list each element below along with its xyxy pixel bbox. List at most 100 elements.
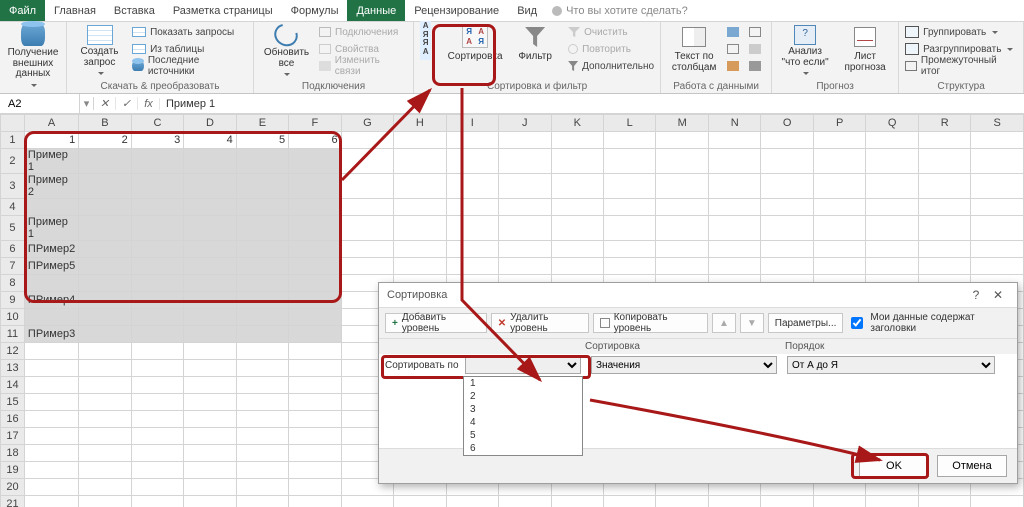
cell[interactable] bbox=[761, 496, 814, 507]
cell[interactable] bbox=[79, 496, 131, 507]
cell[interactable] bbox=[79, 292, 131, 309]
cell[interactable] bbox=[499, 496, 551, 507]
cell[interactable] bbox=[341, 132, 394, 149]
row-header[interactable]: 20 bbox=[1, 479, 25, 496]
cancel-button[interactable]: Отмена bbox=[937, 455, 1007, 477]
cell[interactable]: 6 bbox=[289, 132, 341, 149]
cell[interactable] bbox=[446, 241, 498, 258]
cell[interactable] bbox=[236, 462, 288, 479]
row-header[interactable]: 13 bbox=[1, 360, 25, 377]
cell[interactable] bbox=[866, 149, 919, 174]
col-header[interactable]: D bbox=[184, 115, 236, 132]
cell[interactable] bbox=[289, 411, 341, 428]
cell[interactable] bbox=[79, 462, 131, 479]
cell[interactable] bbox=[603, 216, 655, 241]
cell[interactable]: ПРимер3 bbox=[24, 326, 78, 343]
cell[interactable] bbox=[866, 258, 919, 275]
cell[interactable] bbox=[236, 216, 288, 241]
cell[interactable] bbox=[866, 241, 919, 258]
tab-home[interactable]: Главная bbox=[45, 0, 105, 21]
cell[interactable] bbox=[656, 174, 709, 199]
cell[interactable] bbox=[394, 258, 446, 275]
col-header[interactable]: G bbox=[341, 115, 394, 132]
get-external-data[interactable]: Получение внешних данных bbox=[6, 24, 60, 76]
dialog-close[interactable]: ✕ bbox=[987, 288, 1009, 302]
cell[interactable] bbox=[184, 326, 236, 343]
cell[interactable] bbox=[551, 258, 603, 275]
name-box-input[interactable] bbox=[6, 97, 73, 111]
cell[interactable] bbox=[236, 326, 288, 343]
cell[interactable] bbox=[761, 216, 814, 241]
cell[interactable] bbox=[499, 199, 551, 216]
cell[interactable] bbox=[656, 258, 709, 275]
new-query[interactable]: Создать запрос bbox=[73, 24, 126, 76]
cell[interactable] bbox=[708, 216, 760, 241]
cell[interactable] bbox=[971, 149, 1024, 174]
cell[interactable] bbox=[656, 216, 709, 241]
refresh-all[interactable]: Обновить все bbox=[260, 24, 313, 76]
cell[interactable] bbox=[24, 275, 78, 292]
cell[interactable] bbox=[131, 496, 183, 507]
tab-data[interactable]: Данные bbox=[347, 0, 405, 21]
add-level-button[interactable]: +Добавить уровень bbox=[385, 313, 487, 333]
cell[interactable]: ПРимер4 bbox=[24, 292, 78, 309]
whatif[interactable]: ?Анализ "что если" bbox=[778, 24, 832, 76]
cell[interactable] bbox=[79, 149, 131, 174]
cell[interactable] bbox=[708, 241, 760, 258]
cell[interactable] bbox=[236, 479, 288, 496]
cell[interactable]: ПРимер5 bbox=[24, 258, 78, 275]
cell[interactable] bbox=[866, 216, 919, 241]
cell[interactable] bbox=[708, 199, 760, 216]
cell[interactable] bbox=[499, 132, 551, 149]
row-header[interactable]: 14 bbox=[1, 377, 25, 394]
cell[interactable] bbox=[289, 275, 341, 292]
cell[interactable] bbox=[289, 309, 341, 326]
cell[interactable] bbox=[866, 174, 919, 199]
flash-fill-icon[interactable] bbox=[727, 24, 743, 40]
cell[interactable] bbox=[499, 258, 551, 275]
cell[interactable] bbox=[184, 462, 236, 479]
cell[interactable] bbox=[24, 360, 78, 377]
cell[interactable] bbox=[341, 496, 394, 507]
text-to-columns[interactable]: Текст по столбцам bbox=[667, 24, 721, 76]
cell[interactable] bbox=[918, 258, 970, 275]
cell[interactable] bbox=[918, 216, 970, 241]
sort-button[interactable]: ЯААЯСортировка bbox=[448, 24, 502, 76]
cell[interactable] bbox=[236, 428, 288, 445]
cell[interactable] bbox=[131, 462, 183, 479]
cell[interactable] bbox=[708, 258, 760, 275]
cell[interactable] bbox=[761, 174, 814, 199]
cell[interactable] bbox=[184, 174, 236, 199]
cell[interactable] bbox=[184, 428, 236, 445]
cell[interactable] bbox=[551, 216, 603, 241]
cell[interactable] bbox=[131, 216, 183, 241]
recent-sources[interactable]: Последние источники bbox=[132, 58, 247, 74]
cell[interactable] bbox=[236, 199, 288, 216]
cell[interactable] bbox=[236, 292, 288, 309]
col-header[interactable]: S bbox=[971, 115, 1024, 132]
cell[interactable] bbox=[341, 216, 394, 241]
cell[interactable] bbox=[79, 479, 131, 496]
cell[interactable] bbox=[708, 132, 760, 149]
cell[interactable] bbox=[446, 149, 498, 174]
cell[interactable] bbox=[184, 496, 236, 507]
cell[interactable] bbox=[79, 445, 131, 462]
cell[interactable] bbox=[24, 343, 78, 360]
delete-level-button[interactable]: ✕Удалить уровень bbox=[491, 313, 590, 333]
cell[interactable] bbox=[79, 377, 131, 394]
cell[interactable] bbox=[918, 496, 970, 507]
cell[interactable] bbox=[394, 216, 446, 241]
cell[interactable] bbox=[341, 241, 394, 258]
tab-layout[interactable]: Разметка страницы bbox=[164, 0, 282, 21]
cell[interactable]: 4 bbox=[184, 132, 236, 149]
tab-review[interactable]: Рецензирование bbox=[405, 0, 508, 21]
row-header[interactable]: 9 bbox=[1, 292, 25, 309]
tab-view[interactable]: Вид bbox=[508, 0, 546, 21]
name-box-dropdown[interactable]: ▾ bbox=[80, 97, 94, 110]
cell[interactable] bbox=[79, 309, 131, 326]
cell[interactable] bbox=[79, 343, 131, 360]
cell[interactable] bbox=[24, 394, 78, 411]
cell[interactable] bbox=[813, 241, 865, 258]
cell[interactable] bbox=[603, 199, 655, 216]
cell[interactable] bbox=[184, 216, 236, 241]
